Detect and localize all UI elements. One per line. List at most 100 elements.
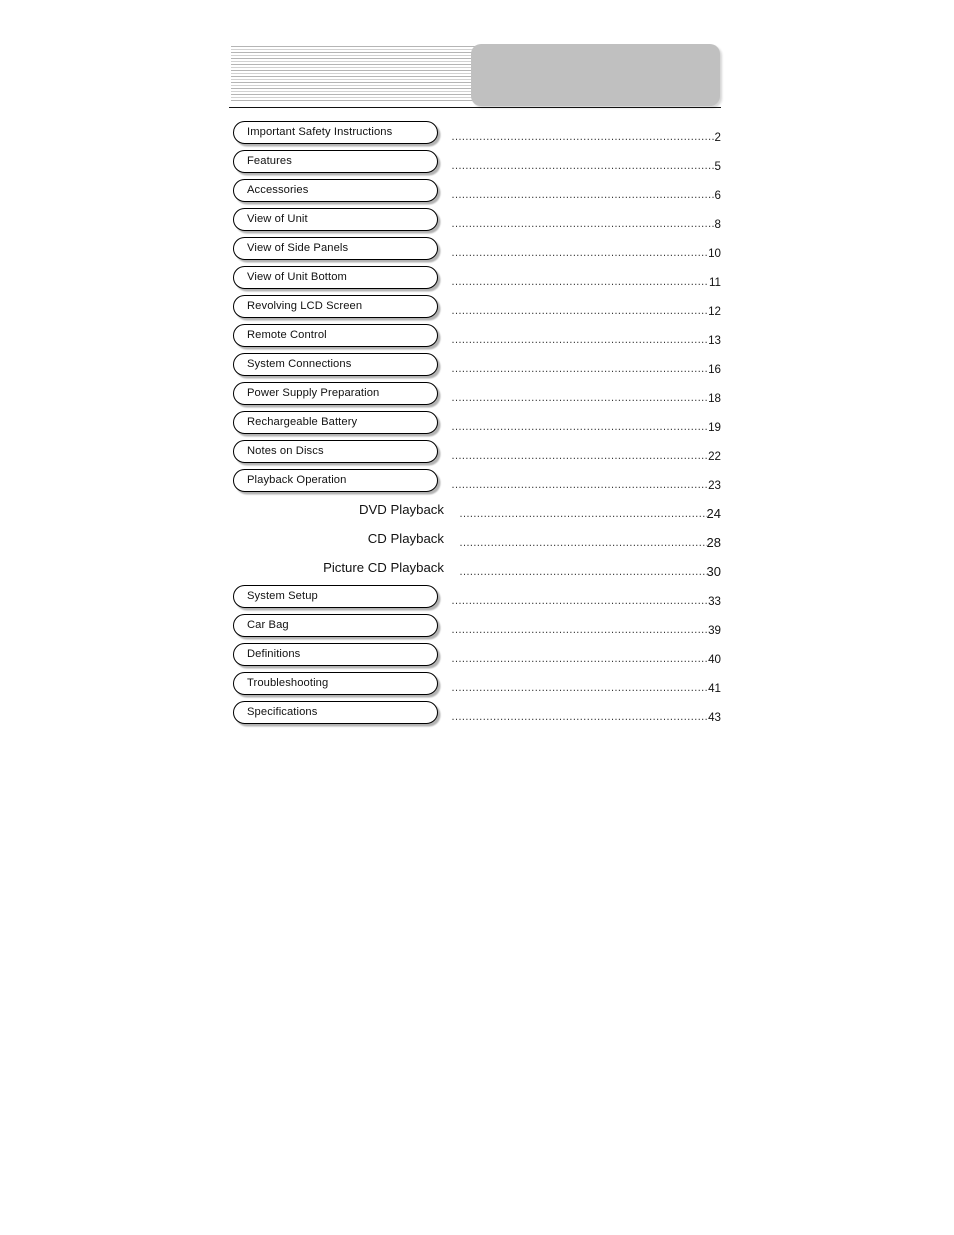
toc-entry-pill[interactable]: System Setup: [233, 585, 438, 608]
toc-row[interactable]: System Connections 16: [229, 352, 721, 381]
toc-entry-label: System Connections: [247, 358, 352, 370]
toc-entry-page-cell: 11: [445, 265, 721, 294]
toc-entry-page-cell: 28: [445, 526, 721, 555]
toc-entry-pill[interactable]: Revolving LCD Screen: [233, 295, 438, 318]
toc-row[interactable]: Specifications 43: [229, 700, 721, 729]
toc-entry-pill[interactable]: View of Side Panels: [233, 237, 438, 260]
toc-row[interactable]: Features 5: [229, 149, 721, 178]
toc-entry-pill[interactable]: Power Supply Preparation: [233, 382, 438, 405]
toc-entry-label: Accessories: [247, 184, 309, 196]
toc-row[interactable]: Troubleshooting 41: [229, 671, 721, 700]
toc-entry-label-cell: System Setup: [229, 584, 445, 613]
toc-row[interactable]: System Setup 33: [229, 584, 721, 613]
toc-entry-label-cell: Remote Control: [229, 323, 445, 352]
toc-leader-wrap: 18: [445, 388, 721, 405]
toc-entry-label-cell: View of Unit: [229, 207, 445, 236]
toc-entry-page-cell: 12: [445, 294, 721, 323]
toc-leader-wrap: 39: [445, 620, 721, 637]
toc-dot-leader: [451, 649, 708, 662]
toc-entry-pill[interactable]: System Connections: [233, 353, 438, 376]
toc-entry-pill[interactable]: Definitions: [233, 643, 438, 666]
toc-leader-wrap: 24: [445, 504, 721, 520]
toc-row[interactable]: View of Unit Bottom 11: [229, 265, 721, 294]
toc-entry-label: View of Side Panels: [247, 242, 349, 254]
toc-entry-pill[interactable]: Rechargeable Battery: [233, 411, 438, 434]
toc-row[interactable]: CD Playback 28: [229, 526, 721, 555]
toc-row[interactable]: Picture CD Playback 30: [229, 555, 721, 584]
toc-entry-pill[interactable]: Specifications: [233, 701, 438, 724]
toc-row[interactable]: Important Safety Instructions 2: [229, 120, 721, 149]
toc-subentry-label[interactable]: Picture CD Playback: [323, 558, 444, 577]
toc-entry-label: View of Unit Bottom: [247, 271, 347, 283]
toc-entry-label-cell: View of Unit Bottom: [229, 265, 445, 294]
toc-row[interactable]: DVD Playback 24: [229, 497, 721, 526]
toc-leader-wrap: 40: [445, 649, 721, 666]
toc-dot-leader: [451, 156, 715, 169]
toc-entry-pill[interactable]: View of Unit Bottom: [233, 266, 438, 289]
toc-dot-leader: [459, 533, 707, 546]
toc-page-number: 22: [708, 449, 721, 463]
toc-row[interactable]: Remote Control 13: [229, 323, 721, 352]
toc-entry-label-cell: Revolving LCD Screen: [229, 294, 445, 323]
toc-subentry-label[interactable]: CD Playback: [368, 529, 444, 548]
toc-row[interactable]: View of Unit 8: [229, 207, 721, 236]
toc-page-number: 28: [706, 535, 721, 550]
toc-entry-page-cell: 41: [445, 671, 721, 700]
toc-dot-leader: [451, 620, 708, 633]
toc-entry-label: Remote Control: [247, 329, 327, 341]
toc-row[interactable]: Notes on Discs 22: [229, 439, 721, 468]
toc-page-number: 40: [708, 652, 721, 666]
toc-entry-pill[interactable]: Features: [233, 150, 438, 173]
toc-dot-leader: [451, 678, 708, 691]
toc-leader-wrap: 2: [445, 127, 721, 144]
toc-entry-pill[interactable]: Accessories: [233, 179, 438, 202]
toc-entry-pill[interactable]: Important Safety Instructions: [233, 121, 438, 144]
toc-entry-page-cell: 23: [445, 468, 721, 497]
toc-entry-pill[interactable]: Car Bag: [233, 614, 438, 637]
toc-row[interactable]: View of Side Panels 10: [229, 236, 721, 265]
toc-page-number: 43: [708, 710, 721, 724]
header-divider-rule: [229, 107, 721, 108]
toc-row[interactable]: Car Bag 39: [229, 613, 721, 642]
toc-page-number: 6: [714, 188, 721, 202]
toc-entry-label-cell: Definitions: [229, 642, 445, 671]
toc-leader-wrap: 30: [445, 562, 721, 578]
toc-dot-leader: [451, 185, 715, 198]
toc-row[interactable]: Power Supply Preparation 18: [229, 381, 721, 410]
toc-page-number: 23: [708, 478, 721, 492]
toc-page-number: 11: [708, 275, 721, 289]
toc-leader-wrap: 16: [445, 359, 721, 376]
toc-page-number: 41: [708, 681, 721, 695]
toc-entry-label: System Setup: [247, 590, 318, 602]
toc-leader-wrap: 8: [445, 214, 721, 231]
toc-entry-page-cell: 24: [445, 497, 721, 526]
toc-leader-wrap: 12: [445, 301, 721, 318]
toc-entry-pill[interactable]: View of Unit: [233, 208, 438, 231]
toc-entry-label-cell: Features: [229, 149, 445, 178]
toc-page-number: 16: [708, 362, 721, 376]
toc-dot-leader: [451, 272, 709, 285]
toc-row[interactable]: Playback Operation 23: [229, 468, 721, 497]
toc-entry-label: Power Supply Preparation: [247, 387, 380, 399]
toc-entry-pill[interactable]: Notes on Discs: [233, 440, 438, 463]
toc-row[interactable]: Accessories 6: [229, 178, 721, 207]
toc-page-number: 39: [708, 623, 721, 637]
toc-entry-label: Specifications: [247, 706, 318, 718]
toc-row[interactable]: Definitions 40: [229, 642, 721, 671]
toc-entry-pill[interactable]: Troubleshooting: [233, 672, 438, 695]
toc-row[interactable]: Revolving LCD Screen 12: [229, 294, 721, 323]
toc-entry-pill[interactable]: Playback Operation: [233, 469, 438, 492]
toc-subentry-label[interactable]: DVD Playback: [359, 500, 444, 519]
toc-entry-page-cell: 33: [445, 584, 721, 613]
toc-page-number: 8: [714, 217, 721, 231]
toc-entry-page-cell: 16: [445, 352, 721, 381]
toc-entry-pill[interactable]: Remote Control: [233, 324, 438, 347]
toc-row[interactable]: Rechargeable Battery 19: [229, 410, 721, 439]
toc-leader-wrap: 6: [445, 185, 721, 202]
toc-dot-leader: [451, 359, 708, 372]
toc-dot-leader: [451, 127, 715, 140]
toc-page-number: 10: [708, 246, 721, 260]
toc-leader-wrap: 10: [445, 243, 721, 260]
toc-entry-label-cell: Car Bag: [229, 613, 445, 642]
toc-entry-label: Troubleshooting: [247, 677, 329, 689]
